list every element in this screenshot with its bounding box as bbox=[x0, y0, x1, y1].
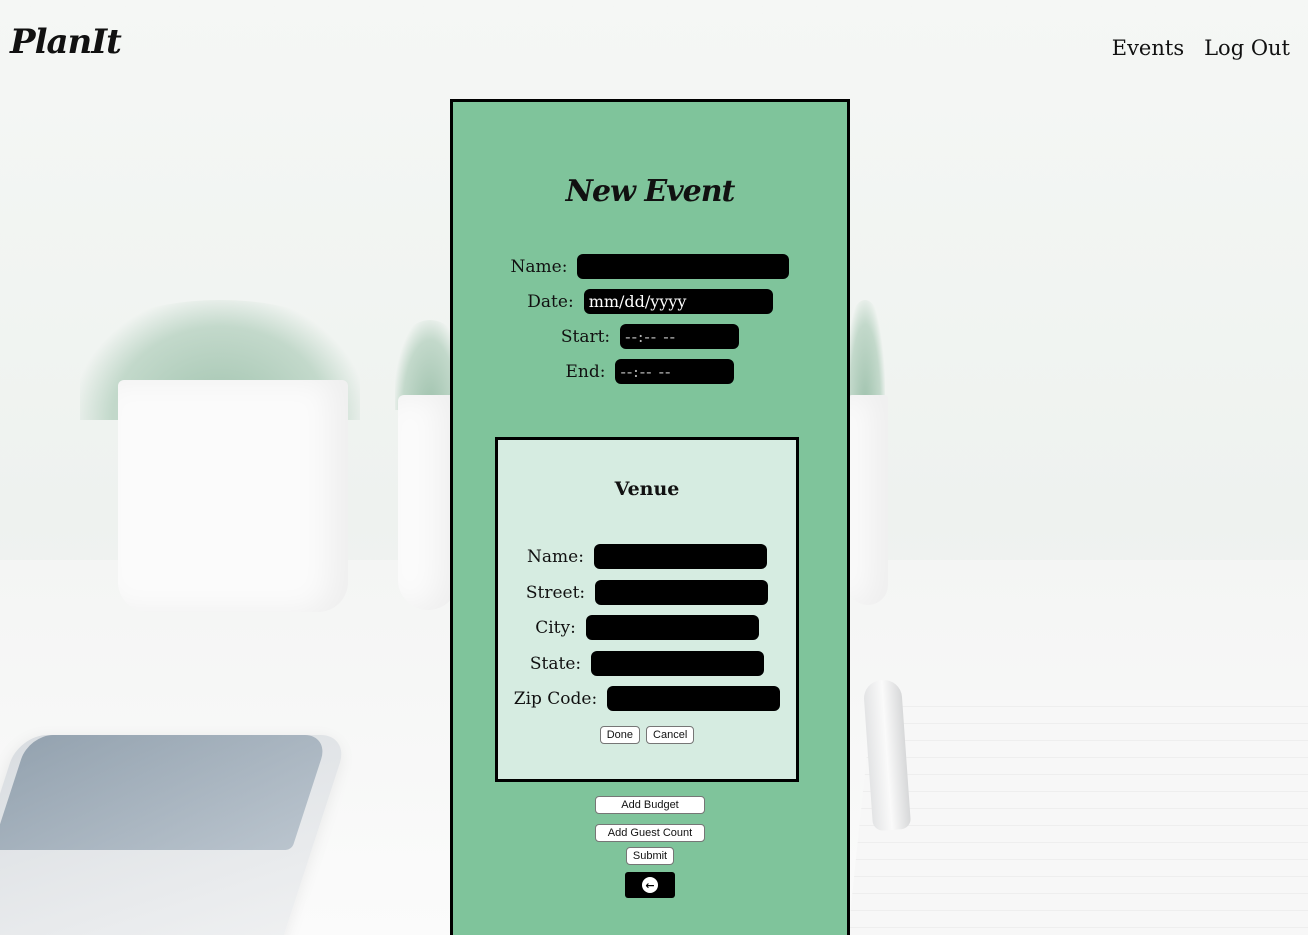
event-name-label: Name: bbox=[510, 256, 568, 277]
add-budget-button[interactable]: Add Budget bbox=[595, 796, 705, 814]
plant-pot bbox=[848, 395, 888, 605]
plant-pot bbox=[118, 380, 348, 612]
venue-state-label: State: bbox=[529, 653, 582, 674]
event-start-row: Start: --:-- -- bbox=[453, 324, 847, 349]
app-logo[interactable]: PlanIt bbox=[10, 22, 122, 62]
venue-zip-label: Zip Code: bbox=[513, 688, 598, 709]
venue-city-input[interactable] bbox=[585, 615, 759, 640]
notebook bbox=[846, 690, 1308, 935]
venue-street-row: Street: bbox=[498, 580, 796, 605]
submit-row: Submit bbox=[453, 847, 847, 865]
event-date-input[interactable]: mm/dd/yyyy bbox=[583, 289, 773, 314]
venue-city-row: City: bbox=[498, 615, 796, 640]
event-date-row: Date: mm/dd/yyyy bbox=[453, 289, 847, 314]
phone-screen bbox=[0, 735, 329, 850]
event-start-input[interactable]: --:-- -- bbox=[620, 324, 740, 349]
add-guest-count-button[interactable]: Add Guest Count bbox=[595, 824, 705, 842]
venue-done-button[interactable]: Done bbox=[599, 726, 641, 744]
venue-street-input[interactable] bbox=[595, 580, 769, 605]
plant-leaves bbox=[845, 300, 885, 410]
nav-events-link[interactable]: Events bbox=[1112, 36, 1184, 60]
venue-cancel-button[interactable]: Cancel bbox=[646, 726, 695, 744]
event-start-label: Start: bbox=[560, 326, 611, 347]
venue-street-label: Street: bbox=[525, 582, 586, 603]
venue-state-row: State: bbox=[498, 651, 796, 676]
event-end-row: End: --:-- -- bbox=[453, 359, 847, 384]
top-nav: Events Log Out bbox=[1112, 36, 1290, 60]
submit-button[interactable]: Submit bbox=[625, 847, 675, 865]
new-event-panel: New Event Name: Date: mm/dd/yyyy Start: … bbox=[450, 99, 850, 935]
venue-name-label: Name: bbox=[527, 546, 584, 567]
venue-state-input[interactable] bbox=[591, 651, 765, 676]
arrow-left-circle-icon: ← bbox=[642, 877, 658, 893]
back-button[interactable]: ← bbox=[625, 872, 675, 898]
nav-logout-link[interactable]: Log Out bbox=[1204, 36, 1290, 60]
event-end-input[interactable]: --:-- -- bbox=[615, 359, 735, 384]
event-name-row: Name: bbox=[453, 254, 847, 279]
event-date-label: Date: bbox=[527, 291, 574, 312]
page-title: New Event bbox=[565, 174, 736, 209]
venue-zip-row: Zip Code: bbox=[498, 686, 796, 711]
venue-title: Venue bbox=[614, 478, 680, 500]
venue-box: Venue Name: Street: City: State: Zip Cod… bbox=[495, 437, 799, 782]
plant-pot bbox=[398, 395, 458, 610]
add-guest-count-row: Add Guest Count bbox=[453, 824, 847, 842]
venue-actions: Done Cancel bbox=[498, 726, 796, 744]
venue-city-label: City: bbox=[535, 617, 576, 638]
add-budget-row: Add Budget bbox=[453, 796, 847, 814]
venue-name-input[interactable] bbox=[593, 544, 767, 569]
venue-name-row: Name: bbox=[498, 544, 796, 569]
event-end-label: End: bbox=[565, 361, 606, 382]
venue-zip-input[interactable] bbox=[607, 686, 781, 711]
event-name-input[interactable] bbox=[577, 254, 790, 279]
